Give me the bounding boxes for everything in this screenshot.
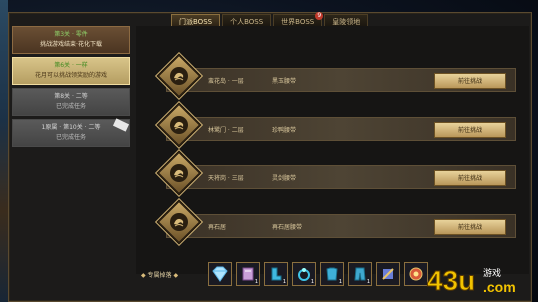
boss-list-panel: 蛮花岛 · 一层 黑玉腰带 前往挑战 林鹭门 · 二层 珍鸭腰带 前往挑战 天将… (136, 26, 529, 274)
boss-emblem-icon (156, 199, 202, 245)
stage-desc: 挑战游戏结束·花化下载 (40, 41, 102, 48)
item-quantity: 1 (366, 279, 370, 285)
stage-title: 第3关 · 零件 (54, 31, 88, 38)
item-quantity: 1 (310, 279, 314, 285)
challenge-button[interactable]: 前往挑战 (434, 219, 506, 235)
challenge-button[interactable]: 前往挑战 (434, 73, 506, 89)
notification-badge: 9 (315, 12, 324, 20)
boss-reward: 再石居腰带 (272, 224, 303, 231)
boss-row: 蛮花岛 · 一层 黑玉腰带 前往挑战 (156, 53, 516, 99)
stage-item-2[interactable]: 第6关 · 一样 花月可以挑战领奖励的游戏 (12, 57, 130, 85)
boss-row: 林鹭门 · 二层 珍鸭腰带 前往挑战 (156, 102, 516, 148)
diamond-icon[interactable] (208, 262, 232, 286)
svg-text:43u: 43u (427, 265, 475, 296)
item-quantity: 1 (338, 279, 342, 285)
boss-name: 天将岗 · 三层 (208, 175, 244, 182)
svg-text:.com: .com (483, 279, 516, 295)
item-quantity: 1 (282, 279, 286, 285)
stage-desc: 已完成任务 (55, 103, 86, 110)
boss-reward: 珍鸭腰带 (272, 127, 297, 134)
boss-row: 再石居 再石居腰带 前往挑战 (156, 199, 516, 245)
tab-world-boss-label: 世界BOSS (281, 18, 315, 26)
stage-list: 第3关 · 零件 挑战游戏结束·花化下载 第6关 · 一样 花月可以挑战领奖励的… (12, 26, 130, 150)
stage-desc: 已完成任务 (55, 134, 86, 141)
stage-title: 第8关 · 二等 (54, 93, 88, 100)
boss-reward: 灵剑腰带 (272, 175, 297, 182)
armor-icon[interactable]: 1 (320, 262, 344, 286)
boss-window: 门派BOSS 个人BOSS 世界BOSS 9 皇陵领地 第3关 · 零件 挑战游… (8, 12, 532, 302)
challenge-button[interactable]: 前往挑战 (434, 122, 506, 138)
stage-item-1[interactable]: 第3关 · 零件 挑战游戏结束·花化下载 (12, 26, 130, 54)
boss-row: 天将岗 · 三层 灵剑腰带 前往挑战 (156, 150, 516, 196)
site-watermark-logo: 43u 游戏 .com (425, 262, 533, 298)
stage-item-4[interactable]: 1原属 · 第10关 · 二等 已完成任务 (12, 118, 130, 147)
stage-item-3[interactable]: 第8关 · 二等 已完成任务 (12, 88, 130, 116)
stage-title: 第6关 · 一样 (54, 62, 88, 69)
boots-icon[interactable]: 1 (264, 262, 288, 286)
boss-emblem-icon (156, 53, 202, 99)
boss-name: 蛮花岛 · 一层 (208, 78, 244, 85)
ring-icon[interactable]: 1 (292, 262, 316, 286)
pants-icon[interactable]: 1 (348, 262, 372, 286)
challenge-button[interactable]: 前往挑战 (434, 170, 506, 186)
stage-title: 1原属 · 第10关 · 二等 (41, 124, 101, 131)
stage-desc: 花月可以挑战领奖励的游戏 (34, 72, 107, 79)
item-quantity: 1 (254, 279, 258, 285)
svg-text:游戏: 游戏 (483, 267, 501, 278)
boss-reward: 黑玉腰带 (272, 78, 297, 85)
boss-emblem-icon (156, 102, 202, 148)
boss-name: 再石居 (208, 224, 227, 231)
book-icon[interactable]: 1 (236, 262, 260, 286)
background-scene (0, 0, 8, 302)
boss-name: 林鹭门 · 二层 (208, 127, 244, 134)
drops-label-text: 专属掉落 (147, 272, 172, 279)
drops-label: ◆ 专属掉落 ◆ (141, 272, 179, 279)
boss-emblem-icon (156, 150, 202, 196)
hammer-icon[interactable] (376, 262, 400, 286)
